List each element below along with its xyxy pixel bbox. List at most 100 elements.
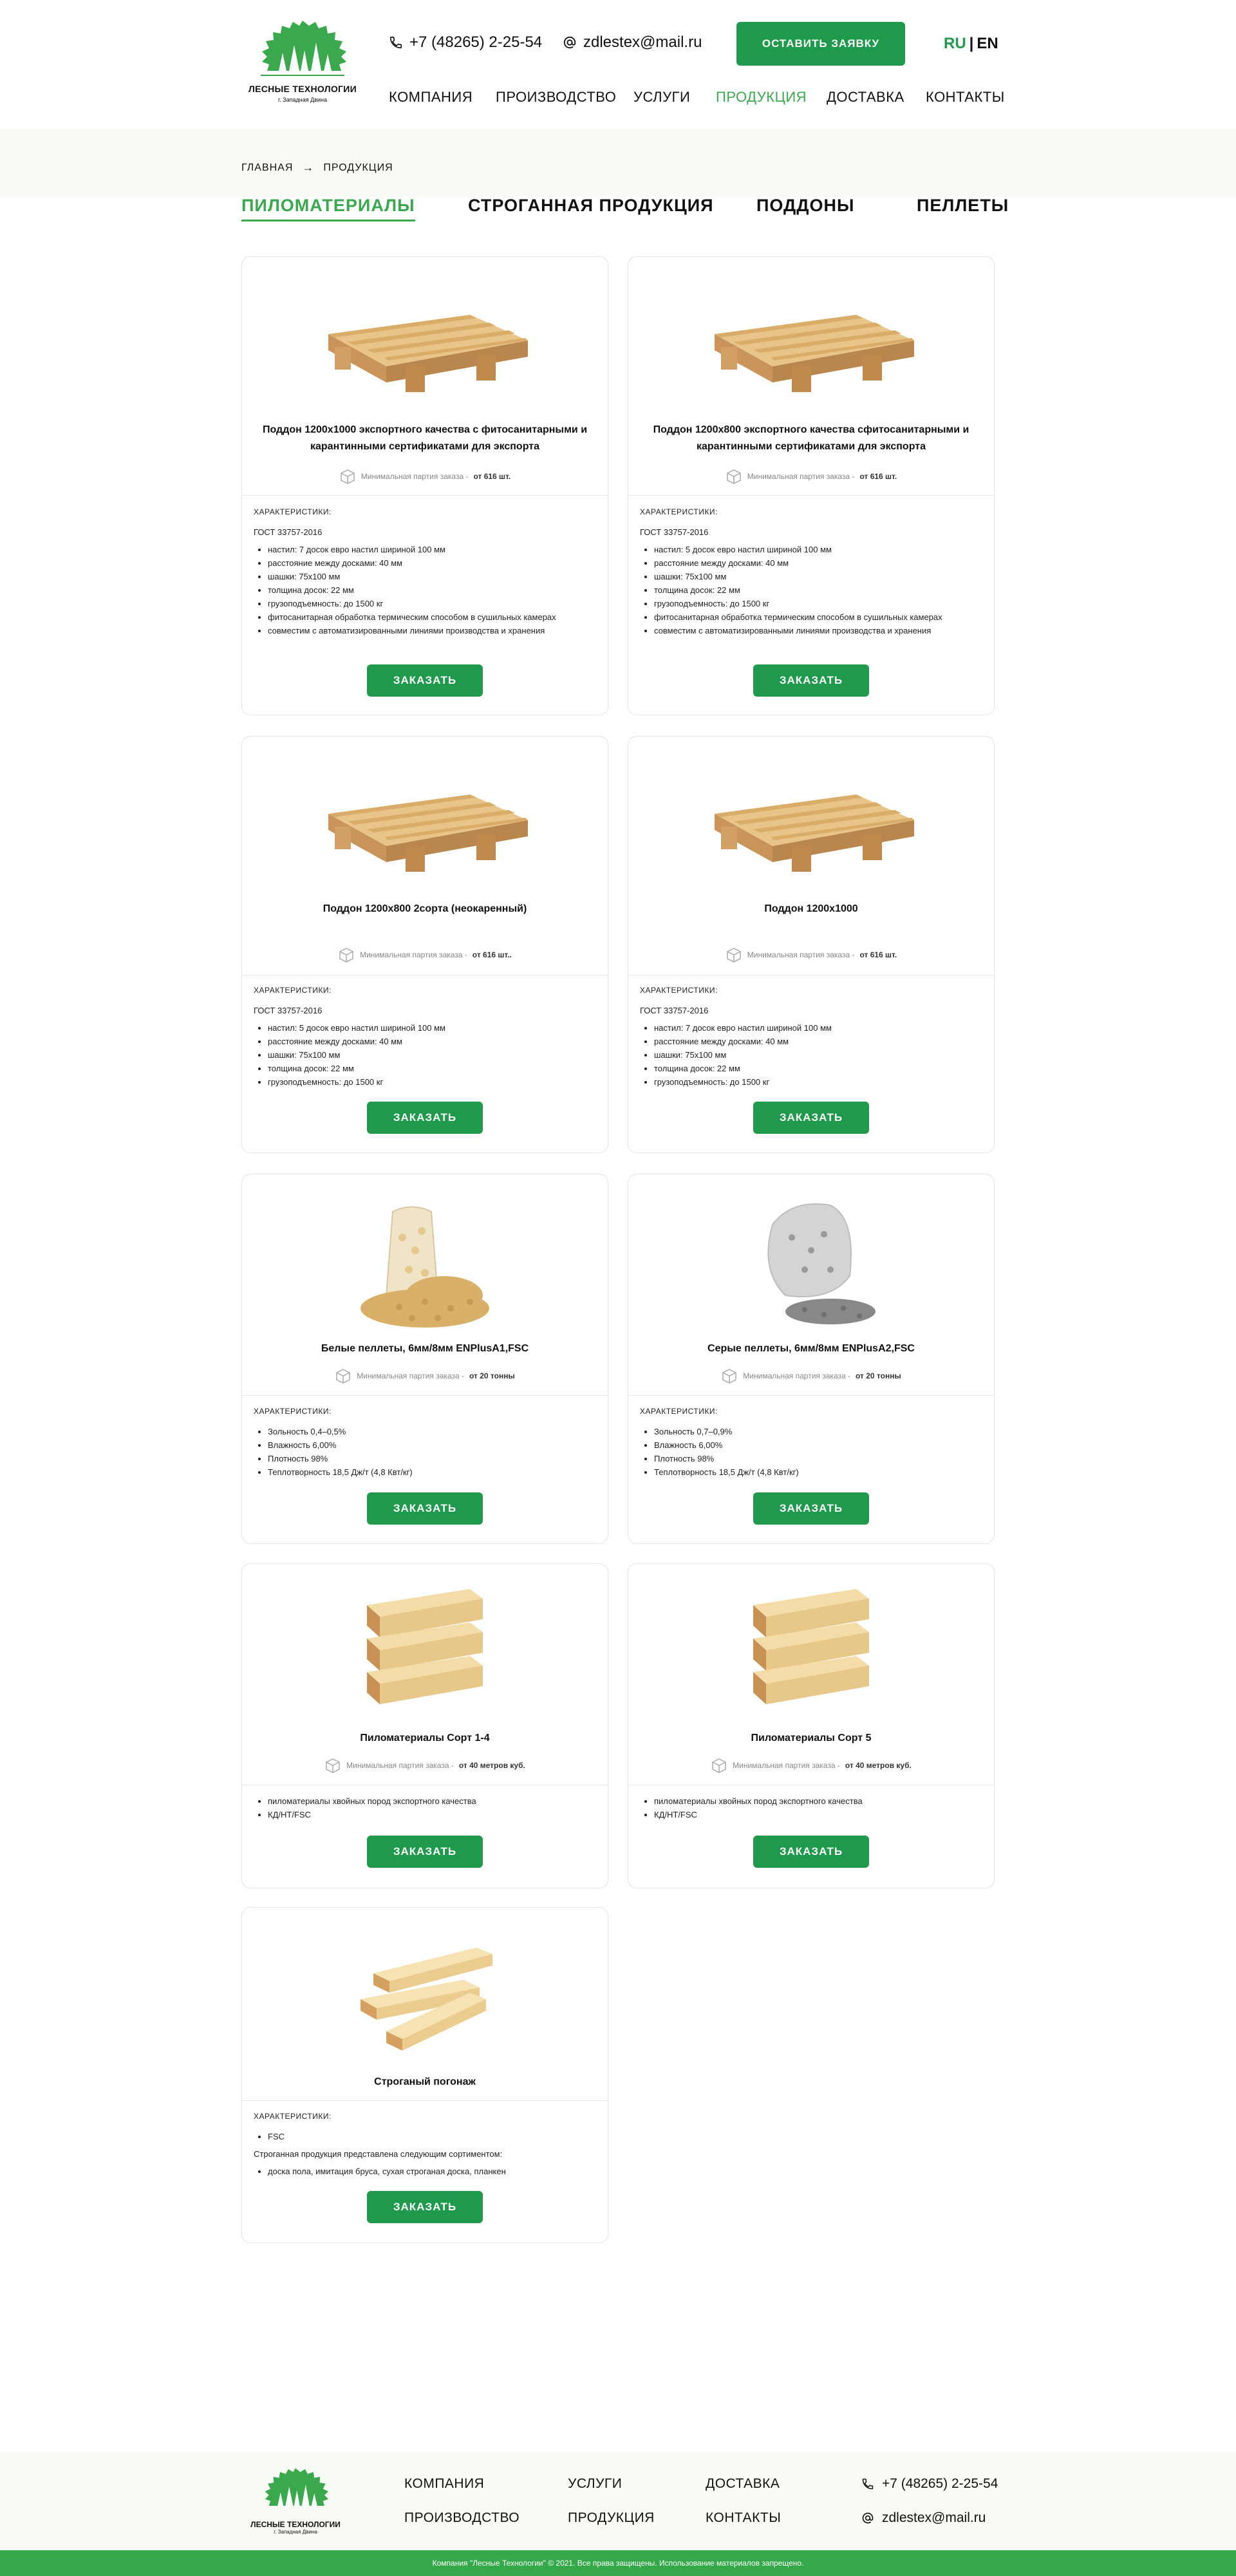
tab-lumber[interactable]: ПИЛОМАТЕРИАЛЫ	[241, 196, 415, 221]
spec-item: совместим с автоматизированными линиями …	[654, 624, 982, 637]
header-email-text: zdlestex@mail.ru	[583, 33, 702, 51]
copyright-bar: Компания "Лесные Технологии" © 2021. Все…	[0, 2550, 1236, 2576]
min-order-label: Минимальная партия заказа -	[743, 1371, 850, 1380]
product-title: Пиломатериалы Сорт 1-4	[360, 1733, 490, 1744]
spec-item: Теплотворность 18,5 Дж/т (4,8 Квт/кг)	[268, 1465, 596, 1479]
box-icon	[326, 1758, 340, 1773]
spec-item: Зольность 0,4–0,5%	[268, 1425, 596, 1438]
min-order-value: от 20 тонны	[855, 1371, 901, 1380]
footer-logo[interactable]: ЛЕСНЫЕ ТЕХНОЛОГИИ г. Западная Двина	[247, 2467, 344, 2538]
min-order-label: Минимальная партия заказа -	[360, 472, 469, 481]
specs-heading: ХАРАКТЕРИСТИКИ:	[254, 507, 332, 516]
product-card: Поддон 1200х800 экспортного качества сфи…	[628, 256, 995, 715]
tab-planed[interactable]: СТРОГАННАЯ ПРОДУКЦИЯ	[468, 196, 714, 216]
footer-email[interactable]: zdlestex@mail.ru	[861, 2510, 986, 2526]
product-specs: ХАРАКТЕРИСТИКИ: Зольность 0,4–0,5% Влажн…	[254, 1405, 596, 1479]
card-divider	[628, 1395, 994, 1396]
nav-company[interactable]: КОМПАНИЯ	[389, 89, 473, 106]
spec-item: настил: 5 досок евро настил шириной 100 …	[268, 1021, 596, 1035]
product-image-pallet	[242, 296, 608, 399]
order-button[interactable]: ЗАКАЗАТЬ	[753, 1836, 869, 1868]
spec-item: толщина досок: 22 мм	[654, 1062, 982, 1075]
product-card: Белые пеллеты, 6мм/8мм ENPlusA1,FSC Мини…	[241, 1174, 608, 1544]
nav-production[interactable]: ПРОИЗВОДСТВО	[496, 89, 616, 106]
footer-link-products[interactable]: ПРОДУКЦИЯ	[568, 2510, 655, 2526]
product-specs: пиломатериалы хвойных пород экспортного …	[640, 1794, 982, 1821]
product-specs: ХАРАКТЕРИСТИКИ: ГОСТ 33757-2016 настил: …	[254, 984, 596, 1089]
specs-list: настил: 5 досок евро настил шириной 100 …	[640, 543, 982, 637]
product-image-pallet	[628, 775, 994, 878]
product-card: Пиломатериалы Сорт 1-4 Минимальная парти…	[241, 1563, 608, 1888]
arrow-right-icon: →	[302, 161, 315, 174]
tab-pellets[interactable]: ПЕЛЛЕТЫ	[917, 196, 1009, 216]
lang-en[interactable]: EN	[977, 35, 998, 52]
order-button[interactable]: ЗАКАЗАТЬ	[367, 1836, 483, 1868]
spec-item: Зольность 0,7–0,9%	[654, 1425, 982, 1438]
product-title: Поддон 1200х800 2сорта (неокаренный)	[323, 903, 527, 914]
spec-item: Плотность 98%	[268, 1452, 596, 1465]
specs-gost: ГОСТ 33757-2016	[640, 1006, 709, 1015]
specs-list: настил: 7 досок евро настил шириной 100 …	[254, 543, 596, 637]
email-icon	[862, 2512, 874, 2524]
breadcrumb-home[interactable]: ГЛАВНАЯ	[241, 162, 293, 174]
footer-link-production[interactable]: ПРОИЗВОДСТВО	[404, 2510, 520, 2526]
spec-item: пиломатериалы хвойных пород экспортного …	[268, 1794, 596, 1808]
min-order-value: от 40 метров куб.	[458, 1761, 525, 1770]
nav-delivery[interactable]: ДОСТАВКА	[827, 89, 904, 106]
footer-logo-subtitle: г. Западная Двина	[274, 2529, 317, 2535]
nav-contacts[interactable]: КОНТАКТЫ	[926, 89, 1005, 106]
footer-link-company[interactable]: КОМПАНИЯ	[404, 2476, 484, 2492]
site-header: ЛЕСНЫЕ ТЕХНОЛОГИИ г. Западная Двина +7 (…	[0, 0, 1236, 129]
product-title: Серые пеллеты, 6мм/8мм ENPlusA2,FSC	[707, 1343, 915, 1354]
company-logo[interactable]: ЛЕСНЫЕ ТЕХНОЛОГИИ г. Западная Двина	[241, 19, 364, 116]
order-button[interactable]: ЗАКАЗАТЬ	[753, 1102, 869, 1134]
footer-link-services[interactable]: УСЛУГИ	[568, 2476, 622, 2492]
order-button[interactable]: ЗАКАЗАТЬ	[367, 2191, 483, 2223]
tree-logo	[261, 21, 346, 76]
min-order-value: от 20 тонны	[469, 1371, 515, 1380]
product-specs: ХАРАКТЕРИСТИКИ: ГОСТ 33757-2016 настил: …	[640, 505, 982, 637]
spec-item: Влажность 6,00%	[654, 1438, 982, 1452]
product-image-planed	[242, 1935, 608, 2064]
spec-item: расстояние между досками: 40 мм	[654, 1035, 982, 1048]
min-order-label: Минимальная партия заказа -	[733, 1761, 840, 1770]
lang-ru[interactable]: RU	[944, 35, 966, 52]
header-email[interactable]: zdlestex@mail.ru	[563, 33, 702, 52]
spec-item: грузоподъемность: до 1500 кг	[654, 597, 982, 610]
order-button[interactable]: ЗАКАЗАТЬ	[367, 1492, 483, 1525]
footer-phone[interactable]: +7 (48265) 2-25-54	[861, 2476, 998, 2492]
spec-item: шашки: 75х100 мм	[654, 1048, 982, 1062]
min-order: Минимальная партия заказа - от 40 метров …	[628, 1757, 994, 1774]
min-order: Минимальная партия заказа - от 616 шт.	[628, 468, 994, 485]
spec-item: грузоподъемность: до 1500 кг	[268, 1075, 596, 1089]
box-icon	[336, 1369, 351, 1384]
spec-item: доска пола, имитация бруса, сухая строга…	[268, 2165, 596, 2178]
order-button[interactable]: ЗАКАЗАТЬ	[753, 664, 869, 697]
product-card: Поддон 1200х800 2сорта (неокаренный) Мин…	[241, 736, 608, 1153]
nav-products[interactable]: ПРОДУКЦИЯ	[716, 89, 807, 106]
nav-services[interactable]: УСЛУГИ	[633, 89, 690, 106]
specs-list: настил: 7 досок евро настил шириной 100 …	[640, 1021, 982, 1089]
card-divider	[242, 1395, 608, 1396]
box-icon	[727, 948, 741, 963]
footer-link-contacts[interactable]: КОНТАКТЫ	[706, 2510, 781, 2526]
order-button[interactable]: ЗАКАЗАТЬ	[367, 1102, 483, 1134]
spec-item: толщина досок: 22 мм	[654, 583, 982, 597]
spec-item: FSC	[268, 2130, 596, 2143]
spec-item: фитосанитарная обработка термическим спо…	[654, 610, 982, 624]
tab-pallets[interactable]: ПОДДОНЫ	[756, 196, 854, 216]
lang-separator: |	[969, 35, 974, 52]
page: ЛЕСНЫЕ ТЕХНОЛОГИИ г. Западная Двина +7 (…	[0, 0, 1236, 2576]
min-order-label: Минимальная партия заказа -	[357, 1371, 464, 1380]
spec-item: расстояние между досками: 40 мм	[268, 556, 596, 570]
footer-phone-text: +7 (48265) 2-25-54	[882, 2476, 998, 2491]
header-phone[interactable]: +7 (48265) 2-25-54	[389, 33, 542, 52]
specs-heading: ХАРАКТЕРИСТИКИ:	[254, 1407, 332, 1416]
order-button[interactable]: ЗАКАЗАТЬ	[753, 1492, 869, 1525]
request-button[interactable]: ОСТАВИТЬ ЗАЯВКУ	[736, 22, 905, 66]
specs-extra-text: Строганная продукция представлена следую…	[254, 2149, 503, 2159]
order-button[interactable]: ЗАКАЗАТЬ	[367, 664, 483, 697]
footer-link-delivery[interactable]: ДОСТАВКА	[706, 2476, 780, 2492]
phone-icon	[389, 36, 402, 49]
spec-item: шашки: 75х100 мм	[268, 1048, 596, 1062]
